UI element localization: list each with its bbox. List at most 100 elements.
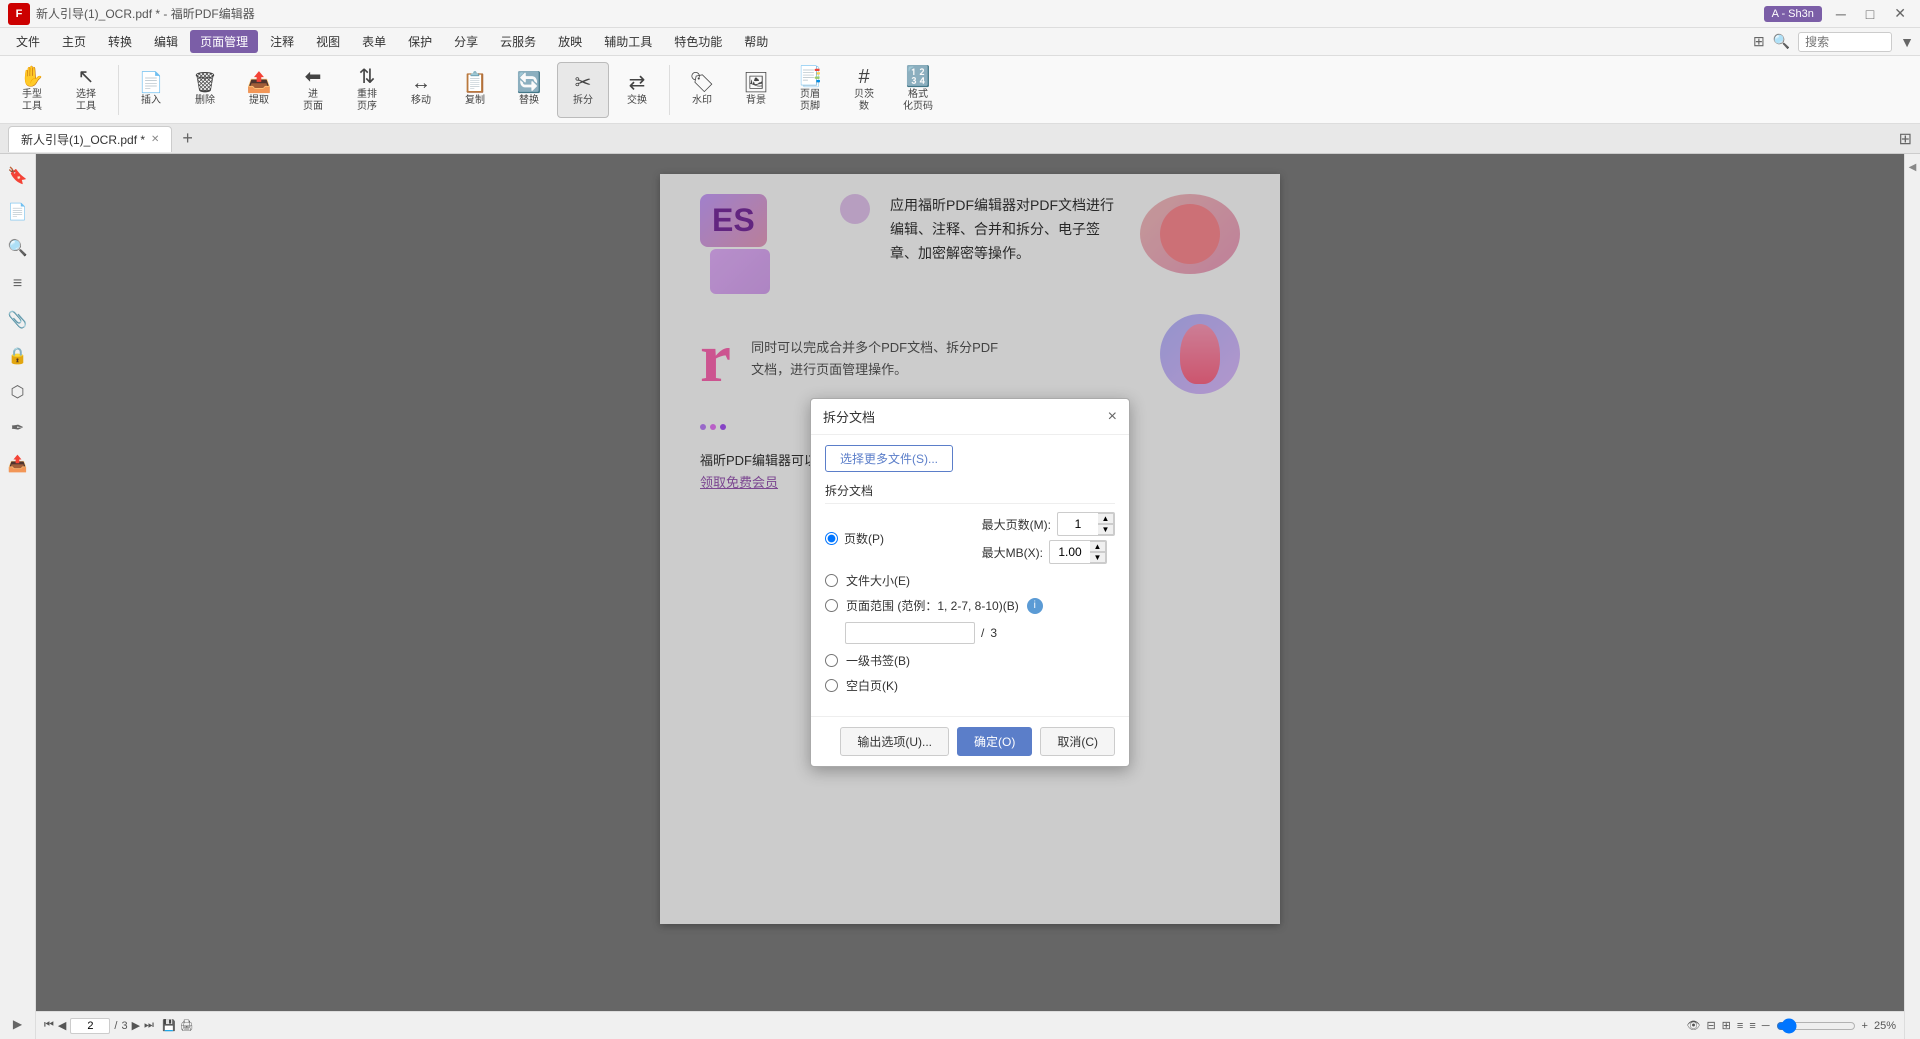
left-page-icon[interactable]: 📄 (4, 198, 32, 226)
nav-prev-button[interactable]: ◀ (58, 1019, 66, 1032)
tool-format-page[interactable]: 🔢 格式化页码 (892, 62, 944, 118)
nav-first-button[interactable]: ⏮ (44, 1019, 54, 1032)
tool-delete[interactable]: 🗑 删除 (179, 62, 231, 118)
page-number-input[interactable] (70, 1018, 110, 1034)
menu-features[interactable]: 特色功能 (664, 30, 732, 53)
radio-pages[interactable] (825, 532, 838, 545)
zoom-slider[interactable] (1776, 1018, 1856, 1034)
cancel-button[interactable]: 取消(C) (1040, 727, 1115, 756)
app-title: 新人引导(1)_OCR.pdf * - 福昕PDF编辑器 (36, 5, 255, 22)
tool-watermark[interactable]: 🏷 水印 (676, 62, 728, 118)
max-pages-value[interactable]: 1 (1058, 515, 1098, 533)
left-layers-icon[interactable]: ≡ (4, 270, 32, 298)
search-input[interactable] (1805, 35, 1885, 49)
nav-last-button[interactable]: ⏭ (144, 1019, 154, 1032)
nav-next-button[interactable]: ▶ (132, 1019, 140, 1032)
view-toggle-button[interactable]: ⊞ (1899, 129, 1912, 149)
menu-convert[interactable]: 转换 (98, 30, 142, 53)
tool-select[interactable]: ↖ 选择工具 (60, 62, 112, 118)
left-stamp-icon[interactable]: ⬡ (4, 378, 32, 406)
menu-file[interactable]: 文件 (6, 30, 50, 53)
menu-form[interactable]: 表单 (352, 30, 396, 53)
tool-hand-label: 手型工具 (22, 89, 42, 113)
info-icon[interactable]: i (1027, 598, 1043, 614)
tool-copy[interactable]: 📋 复制 (449, 62, 501, 118)
menu-protect[interactable]: 保护 (398, 30, 442, 53)
tool-insert[interactable]: 📄 插入 (125, 62, 177, 118)
ok-button[interactable]: 确定(O) (957, 727, 1032, 756)
radio-bookmark[interactable] (825, 654, 838, 667)
max-pages-down[interactable]: ▼ (1098, 524, 1114, 535)
dialog-close-button[interactable]: × (1108, 408, 1117, 426)
search-icon[interactable]: 🔍 (1773, 33, 1790, 50)
menu-help[interactable]: 帮助 (734, 30, 778, 53)
menu-cloud[interactable]: 云服务 (490, 30, 546, 53)
content-wrapper[interactable]: ES 应用福昕PDF编辑器对PDF文档进行编辑、注释、合并和拆分、电子签章、加密… (36, 154, 1904, 1039)
menu-view[interactable]: 视图 (306, 30, 350, 53)
radio-filesize[interactable] (825, 574, 838, 587)
menu-present[interactable]: 放映 (548, 30, 592, 53)
option-pages-right: 最大页数(M): 1 ▲ ▼ (982, 512, 1115, 564)
max-mb-value[interactable]: 1.00 (1050, 543, 1090, 561)
menu-comment[interactable]: 注释 (260, 30, 304, 53)
left-share-icon[interactable]: 📤 (4, 450, 32, 478)
tool-bates-label: 贝茨数 (854, 89, 874, 113)
radio-blankpage[interactable] (825, 679, 838, 692)
menu-share[interactable]: 分享 (444, 30, 488, 53)
menu-page-manage[interactable]: 页面管理 (190, 30, 258, 53)
view-icon-4[interactable]: ≡ (1737, 1020, 1743, 1032)
zoom-in-button[interactable]: + (1862, 1020, 1868, 1032)
menu-edit[interactable]: 编辑 (144, 30, 188, 53)
tool-reorder[interactable]: ⇅ 重排页序 (341, 62, 393, 118)
tool-header-footer[interactable]: 📑 页眉页脚 (784, 62, 836, 118)
right-panel: ◀ (1904, 154, 1920, 1039)
max-mb-down[interactable]: ▼ (1090, 552, 1106, 563)
maximize-button[interactable]: □ (1860, 6, 1880, 22)
zoom-out-button[interactable]: ─ (1762, 1020, 1770, 1032)
minimize-button[interactable]: ─ (1830, 6, 1852, 22)
nav-area: ⏮ ◀ / 3 ▶ ⏭ 💾 🖨 (44, 1018, 194, 1034)
tab-close-button[interactable]: ✕ (151, 134, 159, 145)
search-box[interactable] (1798, 32, 1892, 52)
save-icon[interactable]: 💾 (162, 1019, 176, 1032)
left-attach-icon[interactable]: 📎 (4, 306, 32, 334)
status-bar: ⏮ ◀ / 3 ▶ ⏭ 💾 🖨 👁 ⊟ ⊞ ≡ ≡ ─ + 25% (36, 1011, 1904, 1039)
radio-pagerange[interactable] (825, 599, 838, 612)
right-collapse-button[interactable]: ◀ (1907, 162, 1918, 173)
menu-home[interactable]: 主页 (52, 30, 96, 53)
tool-hand[interactable]: ✋ 手型工具 (6, 62, 58, 118)
left-bookmark-icon[interactable]: 🔖 (4, 162, 32, 190)
left-search-icon[interactable]: 🔍 (4, 234, 32, 262)
view-icon-1[interactable]: 👁 (1686, 1019, 1700, 1032)
max-mb-up[interactable]: ▲ (1090, 541, 1106, 552)
tool-replace[interactable]: 🔄 替换 (503, 62, 555, 118)
separator-1 (118, 65, 119, 115)
tab-document[interactable]: 新人引导(1)_OCR.pdf * ✕ (8, 126, 172, 152)
expand-icon[interactable]: ▼ (1900, 34, 1914, 50)
output-options-button[interactable]: 输出选项(U)... (840, 727, 949, 756)
tool-delete-label: 删除 (195, 95, 215, 107)
select-files-button[interactable]: 选择更多文件(S)... (825, 445, 953, 472)
menu-tools[interactable]: 辅助工具 (594, 30, 662, 53)
view-icon-2[interactable]: ⊟ (1706, 1019, 1715, 1032)
left-sign-icon[interactable]: ✒ (4, 414, 32, 442)
page-range-input[interactable] (845, 622, 975, 644)
tool-advance[interactable]: ⬅ 进页面 (287, 62, 339, 118)
tool-background[interactable]: 🖼 背景 (730, 62, 782, 118)
view-icon-5[interactable]: ≡ (1749, 1020, 1755, 1032)
left-expand-button[interactable]: ▶ (13, 1017, 22, 1031)
tool-swap[interactable]: ⇄ 交换 (611, 62, 663, 118)
view-icon-3[interactable]: ⊞ (1722, 1019, 1731, 1032)
tool-bates[interactable]: # 贝茨数 (838, 62, 890, 118)
close-button[interactable]: ✕ (1888, 5, 1912, 22)
tool-move[interactable]: ↔ 移动 (395, 62, 447, 118)
left-security-icon[interactable]: 🔒 (4, 342, 32, 370)
max-pages-up[interactable]: ▲ (1098, 513, 1114, 524)
swap-icon: ⇄ (629, 73, 646, 93)
layout-icon[interactable]: ⊞ (1753, 33, 1765, 50)
print-icon[interactable]: 🖨 (180, 1019, 194, 1032)
tool-split[interactable]: ✂ 拆分 (557, 62, 609, 118)
tool-extract[interactable]: 📤 提取 (233, 62, 285, 118)
tool-replace-label: 替换 (519, 95, 539, 107)
new-tab-button[interactable]: + (176, 128, 199, 149)
